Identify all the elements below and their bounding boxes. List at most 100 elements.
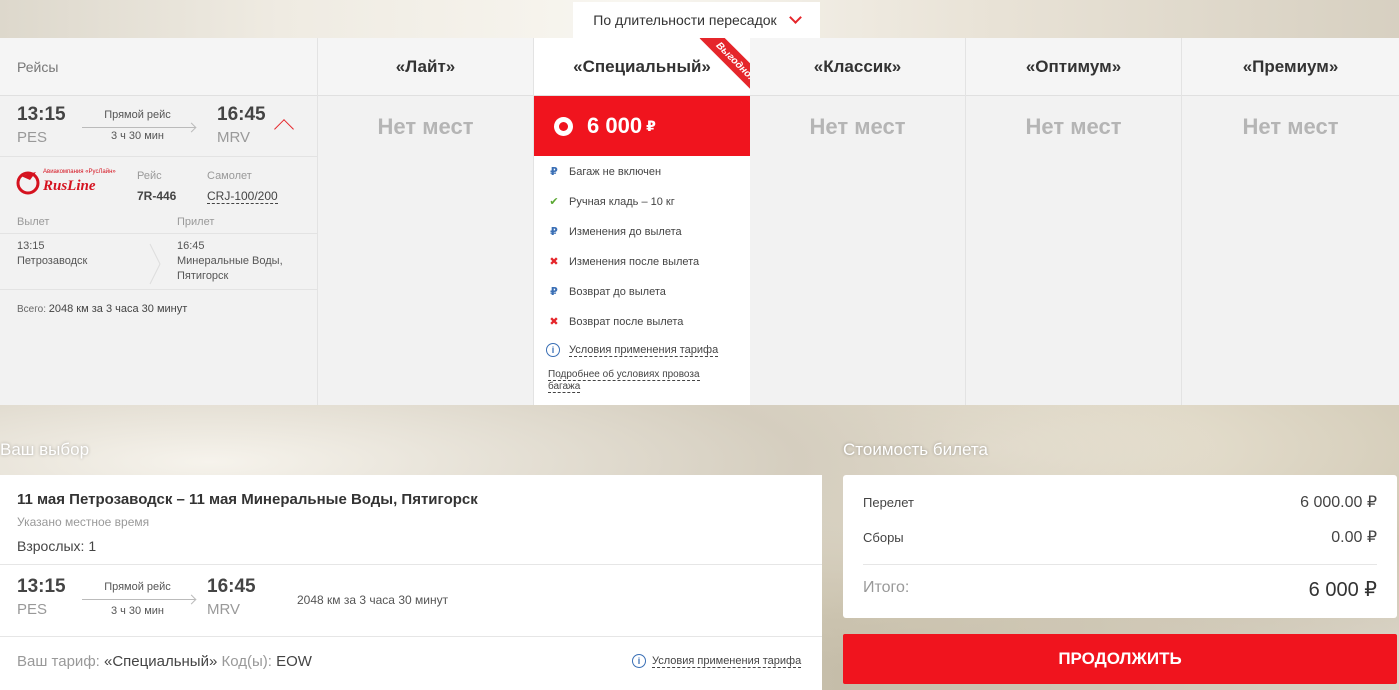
total-value: 2048 км за 3 часа 30 минут [48,303,188,315]
cost-flight-label: Перелет [863,495,914,510]
cross-icon: ✖ [549,316,559,328]
divider [0,233,317,234]
ruble-icon: ₽ [550,226,558,238]
chevron-down-icon [788,11,802,24]
feature-text: Возврат до вылета [569,285,666,298]
best-deal-badge: Выгодно! [699,38,750,96]
tariff-special-column: «Специальный» Выгодно! 6 000 ₽ ₽ Багаж не… [534,38,750,405]
info-icon: i [546,343,560,357]
tariff-optimum-column: «Оптимум» Нет мест [966,38,1182,405]
choice-conditions-link[interactable]: i Условия применения тарифа [632,654,802,668]
choice-distance: 2048 км за 3 часа 30 минут [297,593,449,607]
tariff-premium-header: «Премиум» [1182,38,1399,96]
tariff-optimum-status: Нет мест [1025,114,1122,139]
baggage-conditions-link[interactable]: Подробнее об условиях провоза багажа [548,369,700,393]
total-summary: Всего: 2048 км за 3 часа 30 минут [17,303,187,315]
cost-total-value: 6 000 ₽ [1308,579,1377,601]
tariff-lite-column: «Лайт» Нет мест [318,38,534,405]
total-label: Всего: [17,304,46,315]
feature-refund-after: ✖ Возврат после вылета [548,315,684,329]
tariff-special-price: 6 000 [587,113,643,138]
divider [863,564,1377,565]
feature-text: Ручная кладь – 10 кг [569,195,675,208]
divider [0,289,317,290]
baggage-link-line1[interactable]: Подробнее об условиях провоза [548,369,700,381]
dep-code: PES [17,129,48,146]
choice-duration: 3 ч 30 мин [110,605,165,617]
sort-dropdown[interactable]: По длительности пересадок [573,2,820,38]
flight-type: Прямой рейс [104,109,171,121]
cost-flight-value: 6 000.00 ₽ [1300,494,1377,511]
tariff-classic-header: «Классик» [750,38,965,96]
tariff-conditions-link[interactable]: i Условия применения тарифа [546,343,719,357]
feature-baggage: ₽ Багаж не включен [548,165,662,179]
flights-column: Рейсы 13:15 PES Прямой рейс 3 ч 30 мин 1… [0,38,318,405]
tariff-lite-header: «Лайт» [318,38,533,96]
tariff-classic-status: Нет мест [809,114,906,139]
tariff-premium-status: Нет мест [1242,114,1339,139]
sort-label: По длительности пересадок [593,12,777,28]
route-arr-city-2: Пятигорск [177,270,229,282]
info-icon: i [632,654,646,668]
tariff-special-price-button[interactable]: 6 000 ₽ [534,96,750,156]
arrow-right-icon [82,599,195,600]
aircraft-label: Самолет [207,170,252,182]
continue-button[interactable]: ПРОДОЛЖИТЬ [843,634,1397,684]
dep-time: 13:15 [17,104,66,125]
currency-symbol: ₽ [646,117,656,134]
airline-subtitle: Авиакомпания «РусЛайн» [43,169,116,175]
cost-card: Перелет 6 000.00 ₽ Сборы 0.00 ₽ Итого: 6… [843,475,1397,618]
arrow-right-icon [82,127,195,128]
flight-number-label: Рейс [137,170,162,182]
divider [0,564,822,565]
local-time-note: Указано местное время [17,515,150,529]
route-dep-time: 13:15 [17,240,45,252]
conditions-link-text[interactable]: Условия применения тарифа [569,344,719,357]
tariff-lite-status: Нет мест [377,114,474,139]
choice-card: 11 мая Петрозаводск – 11 мая Минеральные… [0,475,822,690]
badge-wrap: Выгодно! [534,38,750,96]
arr-code: MRV [217,129,251,146]
choice-arr-code: MRV [207,601,241,618]
radio-selected-icon[interactable] [554,116,573,136]
route-arr-time: 16:45 [177,240,205,252]
tariff-prefix: Ваш тариф: [17,653,104,670]
divider [0,156,317,157]
arrival-label: Прилет [177,216,215,228]
tariff-table: Рейсы 13:15 PES Прямой рейс 3 ч 30 мин 1… [0,38,1399,405]
feature-change-before: ₽ Изменения до вылета [548,225,681,239]
tariff-name: «Специальный» [104,653,218,670]
tariff-optimum-header: «Оптимум» [966,38,1181,96]
feature-text: Возврат после вылета [569,315,684,328]
collapse-chevron-up-icon[interactable] [274,119,294,139]
baggage-link-line2[interactable]: багажа [548,381,581,393]
departure-label: Вылет [17,216,50,228]
choice-dep-code: PES [17,601,48,618]
choice-route: 11 мая Петрозаводск – 11 мая Минеральные… [17,491,478,508]
cross-icon: ✖ [549,256,559,268]
code-label: Код(ы): [217,653,277,670]
aircraft-link[interactable]: CRJ-100/200 [207,189,278,204]
route-chevron-icon [146,242,164,286]
ruble-icon: ₽ [550,166,558,178]
cost-total-label: Итого: [863,579,910,596]
check-icon: ✔ [549,196,559,208]
flight-duration: 3 ч 30 мин [110,130,165,142]
feature-text: Багаж не включен [569,165,662,178]
arr-time: 16:45 [217,104,266,125]
choice-title: Ваш выбор [0,440,90,459]
flight-number: 7R-446 [137,189,177,203]
feature-hand-luggage: ✔ Ручная кладь – 10 кг [548,195,675,209]
cost-fees-value: 0.00 ₽ [1331,529,1377,546]
choice-conditions-text[interactable]: Условия применения тарифа [652,655,802,668]
airline-name: RusLine [43,178,96,194]
airline-logo: Авиакомпания «РусЛайн» RusLine [16,168,116,202]
cost-title: Стоимость билета [843,440,988,459]
feature-change-after: ✖ Изменения после вылета [548,255,700,269]
feature-refund-before: ₽ Возврат до вылета [548,285,666,299]
divider [0,636,822,637]
tariff-code: EOW [276,653,312,670]
feature-text: Изменения после вылета [569,255,700,268]
choice-tariff: Ваш тариф: «Специальный» Код(ы): EOW [17,653,312,670]
choice-flight-type: Прямой рейс [104,581,171,593]
